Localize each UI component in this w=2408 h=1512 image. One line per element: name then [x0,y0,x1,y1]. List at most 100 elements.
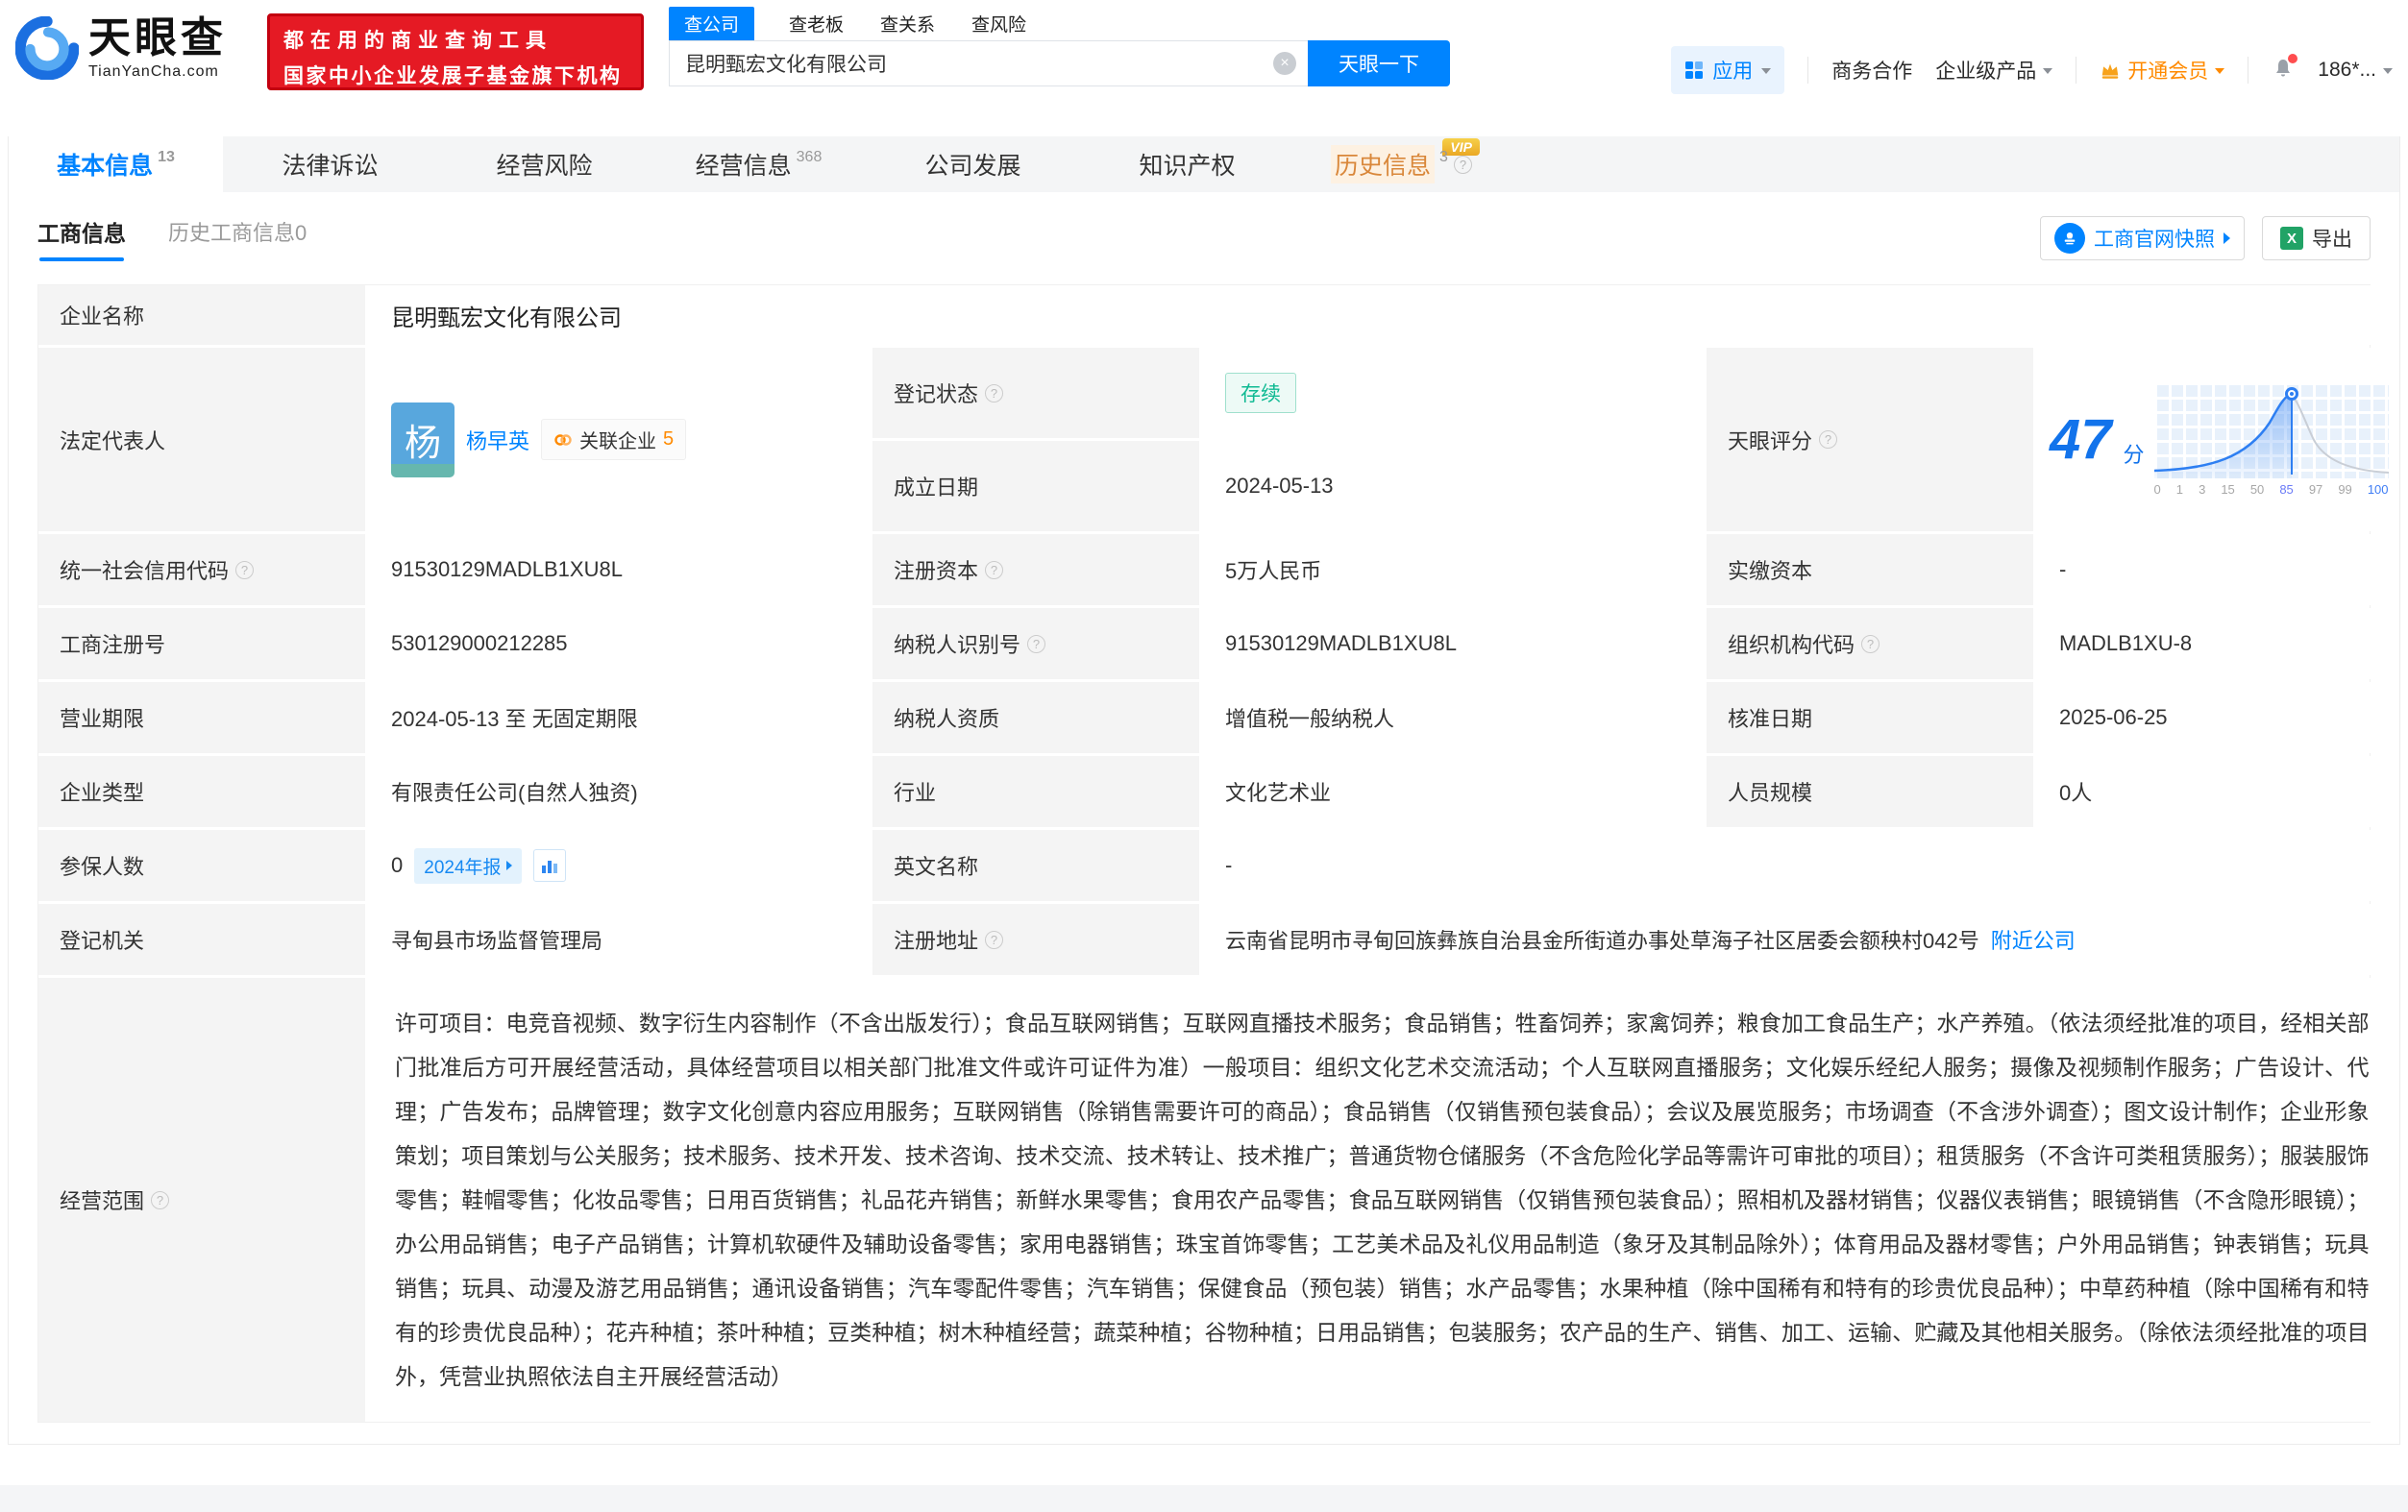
search-tab-company[interactable]: 查公司 [669,7,754,40]
search-input[interactable] [685,52,1273,75]
logo-text: 天眼查 [88,15,227,61]
tab-legal-litigation[interactable]: 法律诉讼 [223,136,437,192]
tab-operation-risk[interactable]: 经营风险 [437,136,651,192]
main-tabs: 基本信息 13 法律诉讼 经营风险 经营信息 368 公司发展 知识产权 VIP… [9,136,2399,192]
legal-rep-value: 杨 杨早英 关联企业 5 [368,348,870,531]
subtab-row: 工商信息 历史工商信息0 工商官网快照 X 导出 [9,192,2399,279]
search-tab-relation[interactable]: 查关系 [878,7,937,40]
page-bottom-band [0,1485,2408,1512]
enterprise-products-label: 企业级产品 [1935,56,2036,85]
help-icon[interactable]: ? [985,561,1003,579]
divider [1807,57,1808,84]
paid-capital-value: - [2036,534,2396,605]
help-icon[interactable]: ? [151,1191,169,1209]
score-number: 47 [2050,412,2112,468]
help-icon[interactable]: ? [1861,635,1880,653]
promo-banner-line1: 都在用的商业查询工具 [283,25,627,54]
export-button[interactable]: X 导出 [2262,216,2371,260]
chevron-down-icon [2043,68,2052,74]
tianyancha-logo[interactable]: 天眼查 TianYanCha.com [15,15,263,81]
reg-address-label: 注册地址 ? [872,904,1199,975]
help-icon[interactable]: ? [985,384,1003,402]
chevron-down-icon [2383,68,2393,74]
taxpayer-quality-value: 增值税一般纳税人 [1202,682,1704,753]
tianyancha-logo-icon [15,16,79,80]
nav-enterprise-products[interactable]: 企业级产品 [1935,56,2052,85]
export-label: 导出 [2312,224,2352,253]
score-distribution-chart: 0131550859799100 [2154,382,2389,497]
insured-trend-chart-button[interactable] [533,849,566,882]
staff-size-value: 0人 [2036,756,2396,827]
logo-domain: TianYanCha.com [88,63,227,81]
search-box: × [669,40,1308,86]
related-companies-count: 5 [663,428,674,451]
industry-value: 文化艺术业 [1202,756,1704,827]
business-scope-value: 许可项目：电竞音视频、数字衍生内容制作（不含出版发行）；食品互联网销售；互联网直… [368,978,2396,1422]
chevron-down-icon [2215,68,2224,74]
official-snapshot-button[interactable]: 工商官网快照 [2040,216,2245,260]
annual-report-badge[interactable]: 2024年报 [414,848,521,884]
help-icon[interactable]: ? [1454,156,1472,174]
insured-count-label: 参保人数 [38,830,365,901]
tab-history-info[interactable]: VIP 历史信息 3 ? [1294,136,1509,192]
establish-date-label: 成立日期 [872,441,1199,531]
promo-banner-line2: 国家中小企业发展子基金旗下机构 [283,61,627,89]
related-companies-icon [553,430,573,450]
score-unit: 分 [2124,438,2145,469]
header-nav: 应用 商务合作 企业级产品 开通会员 186*... [1671,46,2393,94]
company-name-value: 昆明甄宏文化有限公司 [368,285,2396,345]
arrow-right-icon [506,861,512,870]
score-value: 47 分 [2036,348,2396,531]
help-icon[interactable]: ? [985,931,1003,949]
credit-code-value: 91530129MADLB1XU8L [368,534,870,605]
user-name: 186*... [2318,59,2376,82]
help-icon[interactable]: ? [1819,430,1837,449]
search-area: 查公司 查老板 查关系 查风险 × 天眼一下 [669,10,1450,86]
nav-open-vip[interactable]: 开通会员 [2100,56,2224,85]
business-term-label: 营业期限 [38,682,365,753]
reg-status-value: 存续 [1202,348,1704,438]
card-bottom-spacer [9,1423,2399,1444]
taxpayer-quality-label: 纳税人资质 [872,682,1199,753]
excel-icon: X [2280,227,2303,250]
english-name-value: - [1202,830,2396,901]
search-tab-boss[interactable]: 查老板 [787,7,846,40]
search-button[interactable]: 天眼一下 [1308,40,1450,86]
subtab-history-business-info[interactable]: 历史工商信息0 [168,216,307,260]
subtab-business-info[interactable]: 工商信息 [37,215,126,261]
insured-count-value: 0 2024年报 [368,830,870,901]
tab-basic-info[interactable]: 基本信息 13 [9,136,223,192]
company-name-label: 企业名称 [38,285,365,345]
notification-dot [2288,54,2297,63]
open-vip-label: 开通会员 [2127,56,2208,85]
org-code-label: 组织机构代码 ? [1707,608,2033,679]
approval-date-label: 核准日期 [1707,682,2033,753]
header: 天眼查 TianYanCha.com 都在用的商业查询工具 国家中小企业发展子基… [0,0,2408,136]
related-companies-badge[interactable]: 关联企业 5 [541,419,686,460]
help-icon[interactable]: ? [235,561,254,579]
clear-search-icon[interactable]: × [1273,52,1296,75]
staff-size-label: 人员规模 [1707,756,2033,827]
nav-business-cooperation[interactable]: 商务合作 [1831,56,1912,85]
reg-address-value: 云南省昆明市寻甸回族彝族自治县金所街道办事处草海子社区居委会额秧村042号 附近… [1202,904,2396,975]
english-name-label: 英文名称 [872,830,1199,901]
reg-capital-label: 注册资本 ? [872,534,1199,605]
tab-company-development[interactable]: 公司发展 [866,136,1080,192]
tab-operation-info[interactable]: 经营信息 368 [651,136,866,192]
official-snapshot-label: 工商官网快照 [2094,224,2215,253]
user-account[interactable]: 186*... [2318,59,2393,82]
business-scope-label: 经营范围 ? [38,978,365,1422]
search-tab-risk[interactable]: 查风险 [970,7,1028,40]
help-icon[interactable]: ? [1027,635,1045,653]
notifications-bell[interactable] [2272,57,2295,85]
business-info-table: 企业名称 昆明甄宏文化有限公司 法定代表人 杨 杨早英 关联企业 5 登记状态 … [37,284,2371,1423]
stamp-icon [2054,223,2085,254]
apps-menu[interactable]: 应用 [1671,46,1784,94]
tab-intellectual-property[interactable]: 知识产权 [1080,136,1294,192]
reg-number-value: 530129000212285 [368,608,870,679]
legal-rep-name-link[interactable]: 杨早英 [466,425,529,455]
company-type-label: 企业类型 [38,756,365,827]
legal-rep-avatar[interactable]: 杨 [391,402,455,477]
nearby-companies-link[interactable]: 附近公司 [1991,924,2076,955]
arrow-right-icon [2224,232,2230,244]
